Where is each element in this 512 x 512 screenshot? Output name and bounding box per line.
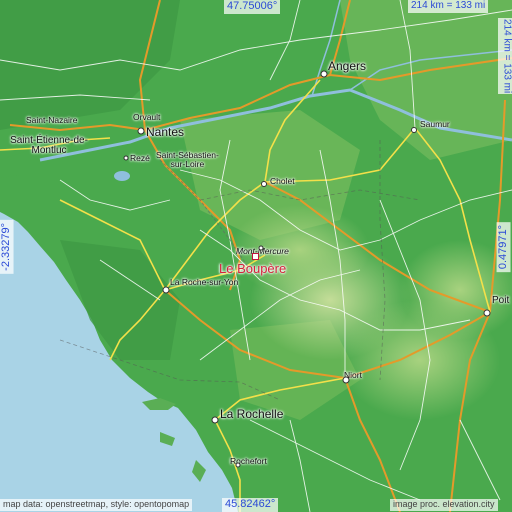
city-label-nantes: Nantes	[146, 125, 185, 139]
scale-top: 214 km = 133 mi	[408, 0, 489, 13]
city-label-rochefort: Rochefort	[230, 456, 267, 466]
map-credit: map data: openstreetmap, style: opentopo…	[0, 499, 193, 511]
city-label-saint-etienne-de-montluc: Saint-Étienne-de- Montluc	[10, 135, 88, 156]
city-label-la-roche-sur-yon: La Roche-sur-Yon	[170, 277, 239, 287]
city-label-orvault: Orvault	[133, 112, 161, 122]
location-marker[interactable]	[252, 253, 259, 260]
city-label-saint-sebastien-sur-loire: Saint-Sébastien- sur-Loire	[156, 150, 219, 169]
city-label-saint-nazaire: Saint-Nazaire	[26, 115, 78, 125]
city-label-cholet: Cholet	[270, 176, 295, 186]
coord-right-longitude: 0.47971°	[497, 222, 511, 273]
city-label-poitiers: Poit	[492, 295, 510, 306]
map-view[interactable]: Angers Nantes Orvault Saint-Nazaire Sain…	[0, 0, 512, 512]
city-label-reze: Rezé	[130, 153, 150, 163]
city-label-niort: Niort	[344, 370, 362, 380]
coord-left-longitude: -2.33279°	[0, 220, 14, 274]
coord-top-latitude: 47.75006°	[224, 0, 281, 14]
city-label-la-rochelle: La Rochelle	[220, 407, 284, 421]
city-label-mont-mercure: Mont-Mercure	[236, 246, 289, 256]
city-label-saumur: Saumur	[420, 119, 450, 129]
city-label-angers: Angers	[328, 59, 367, 73]
image-credit: image proc. elevation.city	[390, 499, 498, 511]
coord-bottom-latitude: 45.82462°	[222, 498, 279, 512]
lake	[114, 171, 130, 181]
scale-right: 214 km = 133 mi	[498, 18, 512, 95]
target-location-label: Le Boupère	[219, 261, 287, 276]
